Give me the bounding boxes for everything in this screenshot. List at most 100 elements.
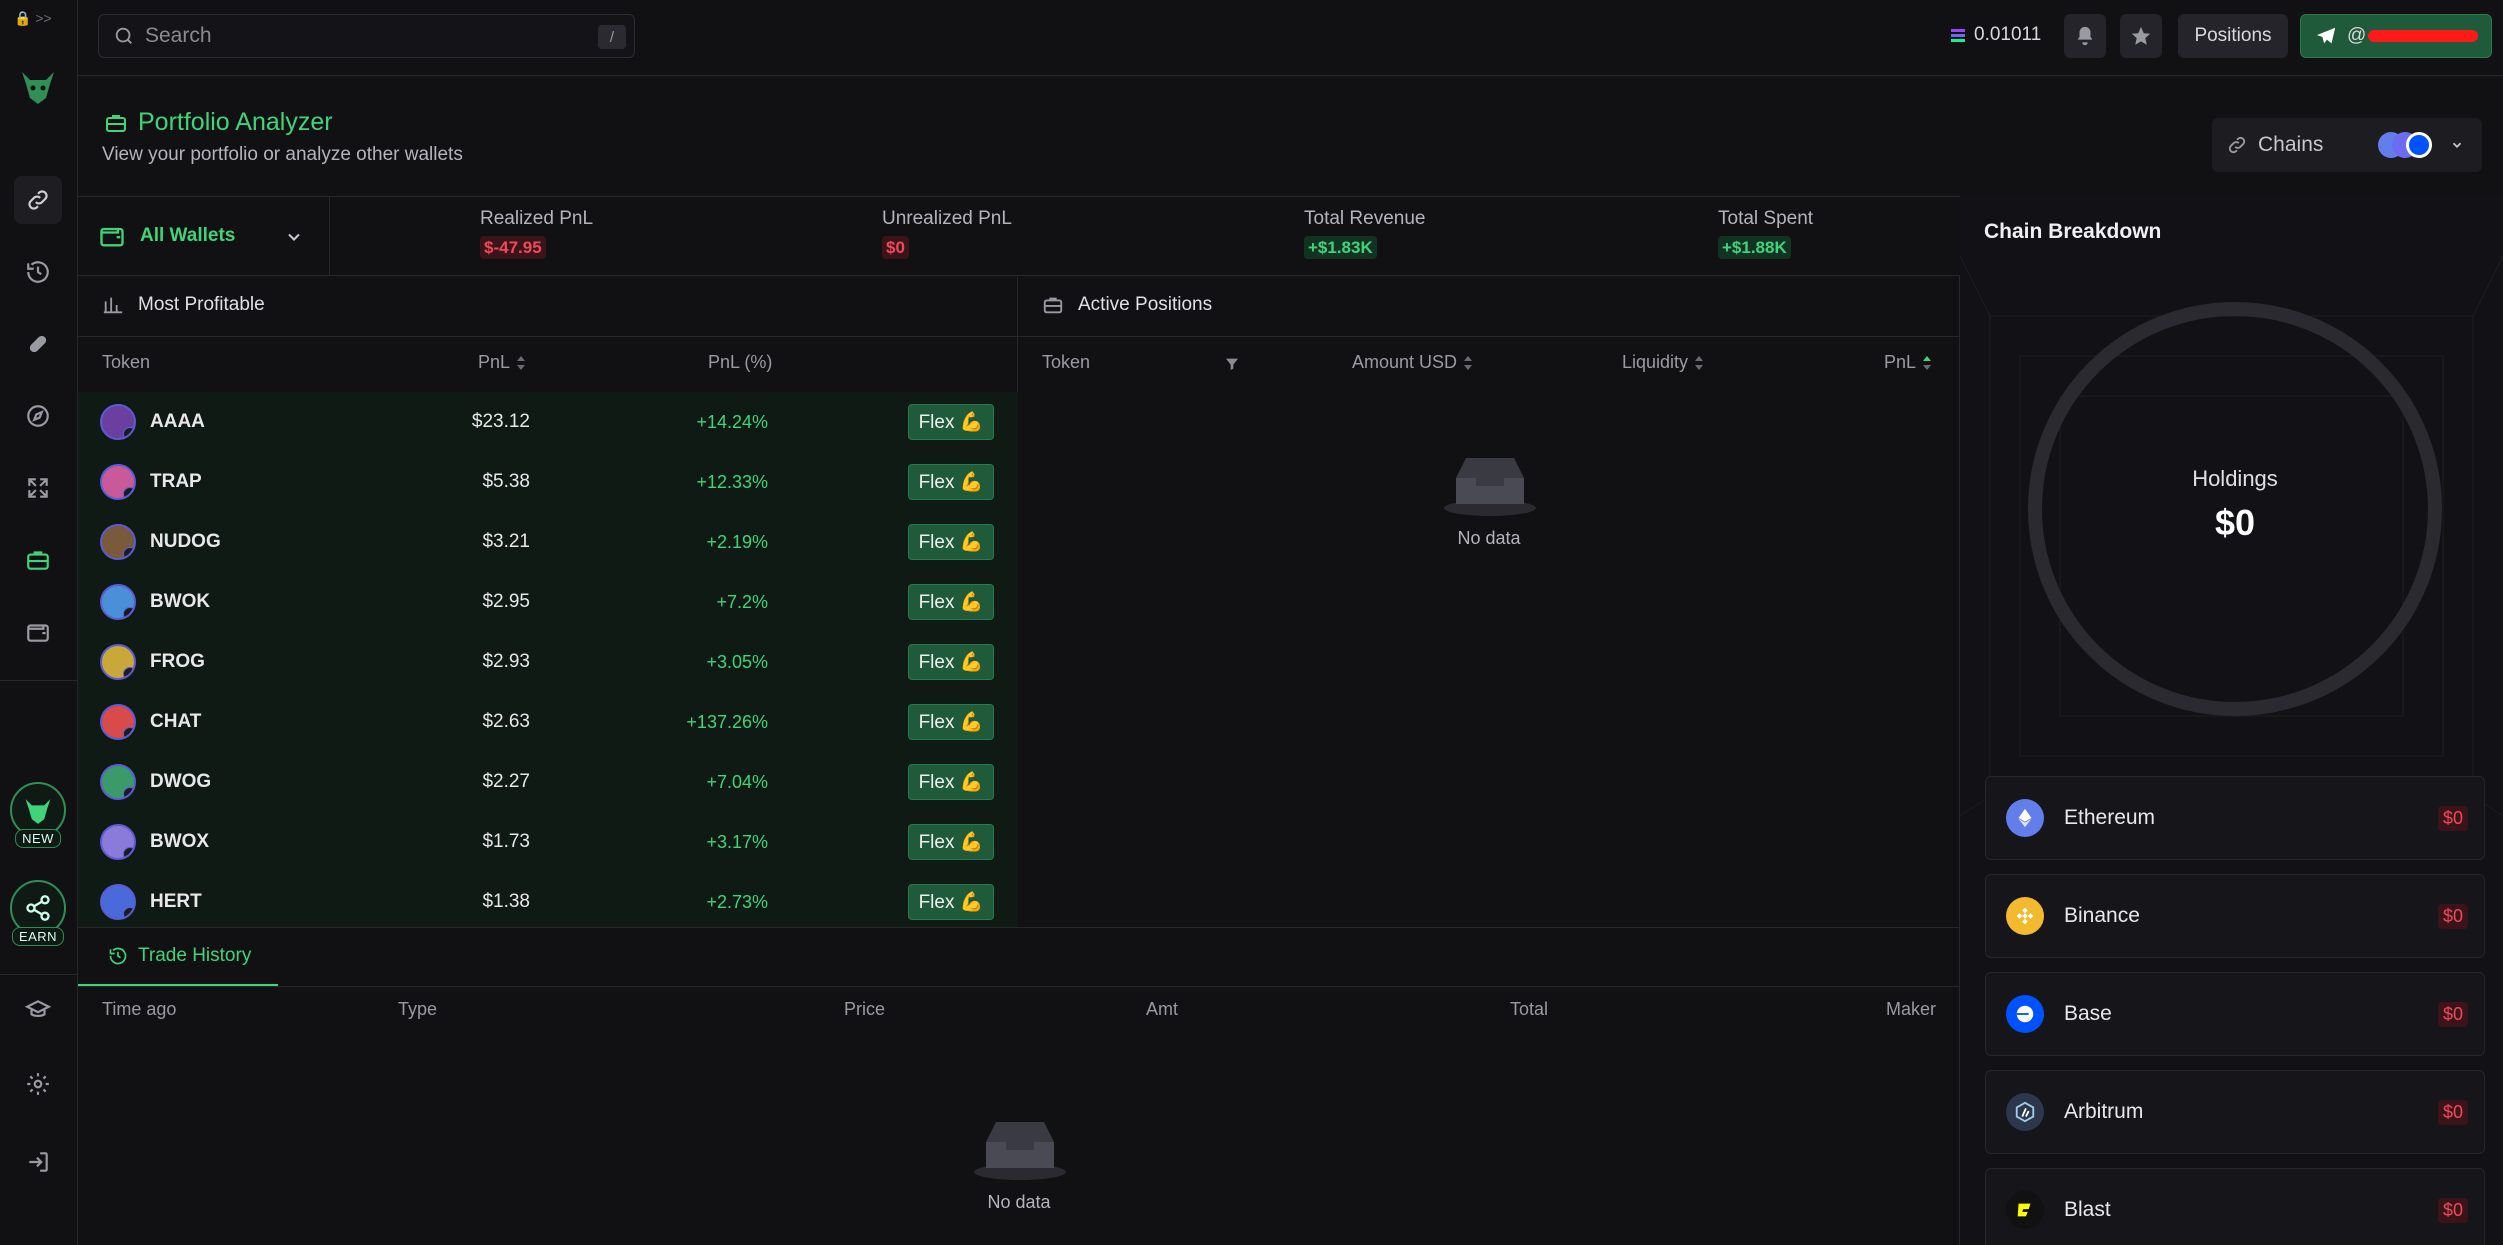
- token-pnl-pct: +12.33%: [696, 471, 768, 492]
- table-row[interactable]: FROG $2.93 +3.05% Flex 💪: [78, 632, 1018, 692]
- token-pnl: $1.73: [482, 831, 530, 852]
- token-symbol[interactable]: CHAT: [150, 711, 201, 733]
- chains-select[interactable]: Chains: [2212, 118, 2482, 172]
- sidebar-academy-icon[interactable]: [14, 986, 62, 1034]
- sort-icon: [1464, 356, 1473, 371]
- table-row[interactable]: AAAA $23.12 +14.24% Flex 💪: [78, 392, 1018, 452]
- favorites-button[interactable]: [2120, 14, 2162, 58]
- col-liquidity-sort[interactable]: Liquidity: [1622, 352, 1704, 373]
- sidebar-compass-icon[interactable]: [14, 392, 62, 440]
- telegram-account-button[interactable]: @: [2300, 14, 2492, 58]
- flex-button[interactable]: Flex 💪: [908, 884, 994, 920]
- chain-row-base[interactable]: Base $0: [1985, 972, 2485, 1056]
- col-pnl-sort[interactable]: PnL: [1884, 352, 1932, 373]
- earn-label: EARN: [11, 927, 65, 946]
- col-pnl: PnL: [1884, 352, 1917, 372]
- col-price[interactable]: Price: [844, 999, 885, 1020]
- chain-row-ethereum[interactable]: Ethereum $0: [1985, 776, 2485, 860]
- search-box[interactable]: /: [98, 14, 635, 58]
- table-row[interactable]: NUDOG $3.21 +2.19% Flex 💪: [78, 512, 1018, 572]
- holdings-value: $0: [2214, 502, 2256, 543]
- token-symbol[interactable]: HERT: [150, 891, 202, 913]
- sidebar-pill-icon[interactable]: [14, 320, 62, 368]
- col-amt[interactable]: Amt: [1146, 999, 1178, 1020]
- flex-button[interactable]: Flex 💪: [908, 584, 994, 620]
- new-feature-badge[interactable]: NEW: [10, 782, 66, 848]
- tab-label: Trade History: [138, 945, 252, 966]
- token-symbol[interactable]: BWOK: [150, 591, 210, 613]
- col-time-ago[interactable]: Time ago: [102, 999, 176, 1020]
- table-row[interactable]: HERT $1.38 +2.73% Flex 💪: [78, 872, 1018, 932]
- collapse-sidebar-icon[interactable]: 🔒 >>: [14, 10, 52, 27]
- positions-button[interactable]: Positions: [2178, 14, 2288, 58]
- briefcase-icon: [1043, 297, 1063, 314]
- flex-button[interactable]: Flex 💪: [908, 704, 994, 740]
- empty-text: No data: [987, 1192, 1051, 1212]
- token-pnl: $3.21: [482, 531, 530, 552]
- table-row[interactable]: BWOK $2.95 +7.2% Flex 💪: [78, 572, 1018, 632]
- flex-button[interactable]: Flex 💪: [908, 524, 994, 560]
- sidebar-wallet-icon[interactable]: [14, 608, 62, 656]
- flex-button[interactable]: Flex 💪: [908, 404, 994, 440]
- token-symbol[interactable]: FROG: [150, 651, 205, 673]
- token-pnl-pct: +7.04%: [706, 771, 768, 792]
- page-subtitle: View your portfolio or analyze other wal…: [102, 144, 463, 165]
- stat-label: Total Spent: [1718, 208, 1814, 229]
- filter-icon[interactable]: [1224, 356, 1240, 372]
- sidebar-settings-icon[interactable]: [14, 1060, 62, 1108]
- col-token[interactable]: Token: [1042, 352, 1090, 373]
- search-icon: [115, 27, 132, 44]
- col-type[interactable]: Type: [398, 999, 437, 1020]
- sidebar-logout-icon[interactable]: [14, 1138, 62, 1186]
- token-pnl-pct: +3.17%: [706, 831, 768, 852]
- table-row[interactable]: CHAT $2.63 +137.26% Flex 💪: [78, 692, 1018, 752]
- chain-row-arbitrum[interactable]: Arbitrum $0: [1985, 1070, 2485, 1154]
- star-icon: [2131, 26, 2151, 45]
- token-avatar-icon: [100, 464, 136, 500]
- token-avatar-icon: [100, 704, 136, 740]
- search-input[interactable]: [145, 24, 585, 48]
- sidebar-swap-icon[interactable]: [14, 464, 62, 512]
- col-maker[interactable]: Maker: [1886, 999, 1936, 1020]
- token-symbol[interactable]: NUDOG: [150, 531, 221, 553]
- base-chip-icon: [2406, 132, 2432, 158]
- flex-button[interactable]: Flex 💪: [908, 644, 994, 680]
- token-symbol[interactable]: TRAP: [150, 471, 202, 493]
- table-row[interactable]: BWOX $1.73 +3.17% Flex 💪: [78, 812, 1018, 872]
- tab-trade-history[interactable]: Trade History: [78, 928, 278, 986]
- col-token[interactable]: Token: [102, 352, 150, 373]
- chain-row-binance[interactable]: Binance $0: [1985, 874, 2485, 958]
- app-logo[interactable]: [16, 64, 60, 108]
- col-pnl-sort[interactable]: PnL: [478, 352, 526, 373]
- sidebar-portfolio-icon[interactable]: [14, 536, 62, 584]
- col-pnl: PnL: [478, 352, 511, 372]
- flex-button[interactable]: Flex 💪: [908, 464, 994, 500]
- base-icon: [2006, 995, 2044, 1033]
- col-total[interactable]: Total: [1510, 999, 1548, 1020]
- col-pnl-pct[interactable]: PnL (%): [708, 352, 772, 373]
- token-symbol[interactable]: BWOX: [150, 831, 209, 853]
- table-row[interactable]: TRAP $5.38 +12.33% Flex 💪: [78, 452, 1018, 512]
- token-symbol[interactable]: DWOG: [150, 771, 211, 793]
- divider: [78, 336, 1018, 337]
- sidebar-link-icon[interactable]: [14, 176, 62, 224]
- sidebar-history-icon[interactable]: [14, 248, 62, 296]
- notifications-button[interactable]: [2064, 14, 2106, 58]
- top-bar: / 0.01011 Positions @: [78, 0, 2503, 76]
- chain-name: Binance: [2064, 904, 2140, 927]
- chain-badge-icon: [123, 727, 134, 738]
- token-symbol[interactable]: AAAA: [150, 411, 205, 433]
- table-row[interactable]: DWOG $2.27 +7.04% Flex 💪: [78, 752, 1018, 812]
- balance-value: 0.01011: [1974, 24, 2042, 45]
- blast-icon: [2006, 1191, 2044, 1229]
- chain-row-blast[interactable]: Blast $0: [1985, 1168, 2485, 1245]
- earn-badge[interactable]: EARN: [10, 880, 66, 946]
- link-icon: [2228, 136, 2246, 154]
- flex-button[interactable]: Flex 💪: [908, 824, 994, 860]
- wallet-select[interactable]: All Wallets: [78, 197, 330, 275]
- token-pnl: $2.93: [482, 651, 530, 672]
- col-amount-sort[interactable]: Amount USD: [1352, 352, 1473, 373]
- rows-container: AAAA $23.12 +14.24% Flex 💪 TRAP $5.38 +12.33% F…: [78, 392, 1018, 928]
- flex-button[interactable]: Flex 💪: [908, 764, 994, 800]
- sort-icon: [1695, 356, 1704, 371]
